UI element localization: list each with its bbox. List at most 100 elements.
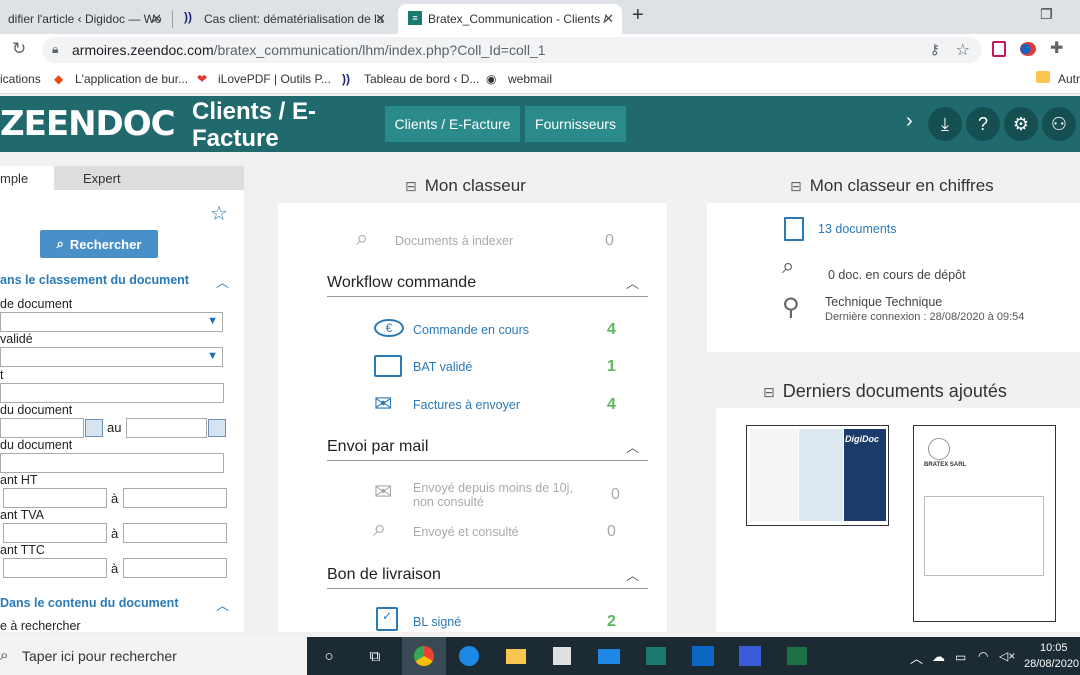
restore-icon[interactable]: ❐ <box>1040 6 1053 23</box>
tab-label: Cas client: dématérialisation de la <box>204 12 384 26</box>
zeendoc-logo[interactable]: ZEENDOC <box>0 104 176 144</box>
mail-icon[interactable] <box>596 643 622 669</box>
thumbnail-brand: DigiDoc <box>845 434 880 444</box>
tva-min-input[interactable] <box>3 523 107 543</box>
zeendoc-app-icon[interactable] <box>643 643 669 669</box>
clock-time[interactable]: 10:05 <box>1040 642 1068 654</box>
url-host: armoires.zeendoc.com <box>72 42 214 58</box>
validated-select[interactable]: ▼ <box>0 347 223 367</box>
cortana-icon[interactable]: ○ <box>316 643 342 669</box>
number-input[interactable] <box>0 453 224 473</box>
item-envoye-consulte[interactable]: Envoyé et consulté <box>413 525 519 539</box>
battery-icon[interactable]: ▭ <box>955 650 966 664</box>
item-bat[interactable]: BAT validé <box>413 360 472 374</box>
group-livraison[interactable]: Bon de livraison <box>327 566 441 584</box>
section-classement[interactable]: ans le classement du document <box>0 273 189 287</box>
clock-date[interactable]: 28/08/2020 <box>1024 658 1079 670</box>
document-thumbnail[interactable]: BRATEX SARL <box>913 425 1056 622</box>
search-icon: ⌕ <box>56 236 64 251</box>
volume-icon[interactable]: ◁× <box>999 649 1015 663</box>
browser-tab-active[interactable]: ≡ Bratex_Communication - Clients / ✕ <box>398 4 622 34</box>
bookmark[interactable]: iLovePDF | Outils P... <box>218 72 331 86</box>
cloud-icon[interactable]: ☁ <box>932 649 945 665</box>
group-mail[interactable]: Envoi par mail <box>327 438 428 456</box>
tva-max-input[interactable] <box>123 523 227 543</box>
nav-fournisseurs[interactable]: Fournisseurs <box>525 106 626 142</box>
my-app-icon[interactable] <box>737 643 763 669</box>
new-tab-icon[interactable]: + <box>632 4 644 27</box>
bookmark[interactable]: Autr <box>1058 72 1080 86</box>
favorite-star-icon[interactable]: ☆ <box>210 201 228 226</box>
calendar-icon[interactable] <box>208 419 226 437</box>
outlook-icon[interactable] <box>690 643 716 669</box>
browser-tab[interactable]: difier l'article ‹ Digidoc — Wo ✕ <box>0 4 170 34</box>
browser-tab[interactable]: )) Cas client: dématérialisation de la ✕ <box>176 4 394 34</box>
calendar-icon[interactable] <box>85 419 103 437</box>
client-input[interactable] <box>0 383 224 403</box>
date-from-input[interactable] <box>0 418 84 438</box>
ttc-min-input[interactable] <box>3 558 107 578</box>
chevron-up-icon[interactable]: ︿ <box>626 437 639 456</box>
extension-icon[interactable] <box>1020 42 1036 56</box>
ht-min-input[interactable] <box>3 488 107 508</box>
ttc-max-input[interactable] <box>123 558 227 578</box>
tab-simple[interactable]: mple <box>0 166 54 190</box>
search-button-label: Rechercher <box>69 236 142 252</box>
date-to-input[interactable] <box>126 418 207 438</box>
tray-chevron-icon[interactable]: ︿ <box>910 648 923 667</box>
close-icon[interactable]: ✕ <box>151 11 162 27</box>
nav-clients[interactable]: Clients / E-Facture <box>385 106 520 142</box>
gear-icon[interactable]: ⚙ <box>1004 107 1038 141</box>
chevron-up-icon[interactable]: ︿ <box>626 565 639 584</box>
explorer-icon[interactable] <box>503 643 529 669</box>
user-settings-icon[interactable]: ⚇ <box>1042 107 1076 141</box>
tab-expert[interactable]: Expert <box>83 166 121 190</box>
chevron-up-icon[interactable]: ︿ <box>626 273 639 292</box>
depot-status: 0 doc. en cours de dépôt <box>828 268 966 282</box>
key-icon[interactable]: ⚷ <box>930 41 940 58</box>
bookmark[interactable]: webmail <box>508 72 552 86</box>
documents-count[interactable]: 13 documents <box>818 222 897 236</box>
section-contenu[interactable]: Dans le contenu du document <box>0 596 179 610</box>
chrome-icon[interactable] <box>402 637 446 675</box>
item-factures[interactable]: Factures à envoyer <box>413 398 520 412</box>
edge-icon[interactable] <box>456 643 482 669</box>
inbox-download-icon[interactable]: ⤓ <box>928 107 962 141</box>
bookmark[interactable]: L'application de bur... <box>75 72 188 86</box>
bookmark[interactable]: ications <box>0 72 41 86</box>
field-label: ant TVA <box>0 508 45 522</box>
doctype-select[interactable]: ▼ <box>0 312 223 332</box>
store-icon[interactable] <box>549 643 575 669</box>
ht-max-input[interactable] <box>123 488 227 508</box>
wifi-icon[interactable]: ◠ <box>978 649 988 663</box>
puzzle-icon[interactable]: ✚ <box>1050 38 1063 58</box>
classeur-card: ⌕ Documents à indexer 0 Workflow command… <box>278 203 667 632</box>
app-header: ZEENDOC Clients / E-Facture Clients / E-… <box>0 96 1080 152</box>
search-button[interactable]: ⌕ Rechercher <box>40 230 158 258</box>
close-icon[interactable]: ✕ <box>603 11 614 27</box>
task-view-icon[interactable]: ⧉ <box>362 643 388 669</box>
document-thumbnail[interactable]: DigiDoc <box>746 425 889 526</box>
star-icon[interactable]: ☆ <box>956 40 970 60</box>
item-bl[interactable]: BL signé <box>413 615 461 629</box>
count-bat: 1 <box>607 358 616 375</box>
taskbar-search[interactable]: ⌕ Taper ici pour rechercher <box>0 637 307 675</box>
lock-icon: 🔒︎ <box>52 42 59 56</box>
extension-icon[interactable] <box>992 41 1006 57</box>
excel-icon[interactable] <box>784 643 810 669</box>
to-index-label[interactable]: Documents à indexer <box>395 234 513 248</box>
group-workflow[interactable]: Workflow commande <box>327 274 476 292</box>
range-label: à <box>111 526 119 541</box>
reload-icon[interactable]: ↻ <box>12 39 26 59</box>
url-field[interactable]: 🔒︎ armoires.zeendoc.com/bratex_communica… <box>42 37 982 63</box>
help-icon[interactable]: ? <box>966 107 1000 141</box>
bookmark[interactable]: Tableau de bord ‹ D... <box>364 72 479 86</box>
chevron-up-icon[interactable]: ︿ <box>216 595 229 614</box>
item-commande[interactable]: Commande en cours <box>413 323 529 337</box>
chevron-right-icon[interactable]: › <box>906 110 913 133</box>
close-icon[interactable]: ✕ <box>375 11 386 27</box>
date-au-label: au <box>107 420 122 435</box>
item-envoye-non[interactable]: Envoyé depuis moins de 10j, non consulté <box>413 481 593 509</box>
stats-heading: ⊟ Mon classeur en chiffres <box>790 176 994 196</box>
chevron-up-icon[interactable]: ︿ <box>216 272 229 291</box>
